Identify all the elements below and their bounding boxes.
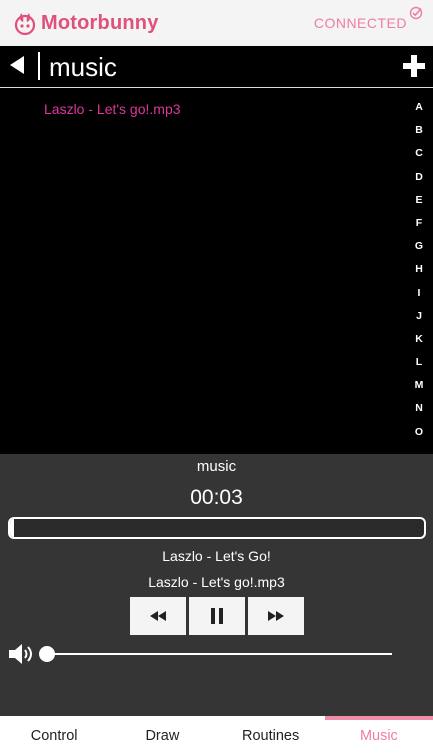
index-letter[interactable]: C xyxy=(415,143,423,166)
fast-forward-icon xyxy=(268,611,284,621)
check-circle-icon xyxy=(409,6,423,20)
index-letter[interactable]: N xyxy=(415,398,423,421)
volume-track[interactable] xyxy=(40,653,392,655)
index-letter[interactable]: I xyxy=(418,283,421,306)
speaker-icon[interactable] xyxy=(8,643,36,665)
fast-forward-button[interactable] xyxy=(248,597,304,635)
index-letter[interactable]: J xyxy=(416,306,422,329)
song-title: Laszlo - Let's Go! xyxy=(162,548,271,564)
rewind-button[interactable] xyxy=(130,597,186,635)
index-letter[interactable]: A xyxy=(415,97,423,120)
tab-music[interactable]: Music xyxy=(324,716,433,755)
playlist-name: music xyxy=(196,458,237,475)
index-letter[interactable]: O xyxy=(415,422,423,445)
elapsed-time: 00:03 xyxy=(190,486,243,509)
index-letter[interactable]: F xyxy=(416,213,422,236)
alphabet-index[interactable]: A B C D E F G H I J K L M N O xyxy=(413,97,425,445)
plus-icon[interactable] xyxy=(402,54,426,78)
bottom-tab-bar: Control Draw Routines Music xyxy=(0,716,433,755)
index-letter[interactable]: B xyxy=(415,120,423,143)
music-player: music 00:03 Laszlo - Let's Go! Laszlo - … xyxy=(0,454,433,716)
index-letter[interactable]: K xyxy=(415,329,423,352)
back-arrow-icon[interactable] xyxy=(6,54,28,76)
file-list: Laszlo - Let's go!.mp3 A B C D E F G H I… xyxy=(0,89,433,454)
connection-status: CONNECTED xyxy=(313,15,407,31)
brand-logo: Motorbunny xyxy=(12,8,159,38)
playback-controls xyxy=(130,597,304,635)
brand-name: Motorbunny xyxy=(41,11,159,34)
tab-draw[interactable]: Draw xyxy=(108,716,216,755)
index-letter[interactable]: D xyxy=(415,167,423,190)
pause-button[interactable] xyxy=(189,597,245,635)
index-letter[interactable]: H xyxy=(415,259,423,282)
nav-divider xyxy=(38,52,40,80)
bunny-logo-icon xyxy=(14,13,36,36)
tab-control[interactable]: Control xyxy=(0,716,108,755)
tab-routines[interactable]: Routines xyxy=(217,716,325,755)
volume-slider-thumb[interactable] xyxy=(39,646,56,662)
app-bar: Motorbunny CONNECTED xyxy=(0,0,433,46)
file-name: Laszlo - Let's go!.mp3 xyxy=(148,574,285,590)
index-letter[interactable]: G xyxy=(415,236,423,259)
pause-icon xyxy=(211,608,223,624)
index-letter[interactable]: M xyxy=(415,375,424,398)
index-letter[interactable]: E xyxy=(415,190,422,213)
progress-fill xyxy=(10,519,15,537)
list-item[interactable]: Laszlo - Let's go!.mp3 xyxy=(44,101,181,117)
nav-bar: music xyxy=(0,46,433,88)
index-letter[interactable]: L xyxy=(416,352,422,375)
progress-bar[interactable] xyxy=(8,517,426,539)
page-title: music xyxy=(49,52,117,82)
rewind-icon xyxy=(150,611,166,621)
